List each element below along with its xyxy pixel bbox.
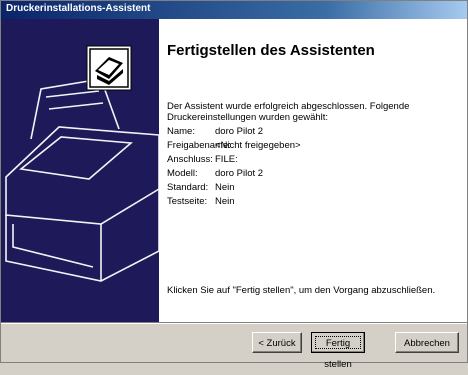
setting-label: Modell:	[167, 168, 198, 179]
setting-label: Standard:	[167, 182, 209, 193]
finish-instruction: Klicken Sie auf "Fertig stellen", um den…	[167, 285, 436, 296]
setting-label: Name:	[167, 126, 195, 137]
intro-text: Der Assistent wurde erfolgreich abgeschl…	[167, 101, 410, 123]
back-button[interactable]: < Zurück	[252, 332, 302, 353]
wizard-window: Druckerinstallations-Assistent Fertigste…	[0, 0, 468, 370]
setting-label: Testseite:	[167, 196, 208, 207]
setting-value: FILE:	[215, 154, 238, 165]
wizard-content: Fertigstellen des Assistenten Der Assist…	[1, 19, 467, 322]
cancel-button[interactable]: Abbrechen	[395, 332, 459, 353]
focus-rect	[315, 336, 361, 349]
wizard-side-panel	[1, 19, 159, 322]
page-title: Fertigstellen des Assistenten	[167, 42, 375, 59]
setting-value: Nein	[215, 182, 235, 193]
title-bar[interactable]: Druckerinstallations-Assistent	[1, 1, 467, 19]
printer-wizard-icon	[86, 45, 132, 91]
finish-button[interactable]: Fertig stellen	[311, 332, 365, 370]
printer-wizard-illustration	[1, 19, 159, 322]
setting-value: Nein	[215, 196, 235, 207]
setting-value: doro Pilot 2	[215, 168, 264, 179]
setting-value: doro Pilot 2	[215, 126, 264, 137]
button-separator	[1, 322, 467, 324]
setting-value: <Nicht freigegeben>	[215, 140, 301, 151]
window-title: Druckerinstallations-Assistent	[6, 3, 151, 14]
setting-label: Anschluss:	[167, 154, 213, 165]
wizard-main-panel: Fertigstellen des Assistenten Der Assist…	[159, 19, 467, 322]
